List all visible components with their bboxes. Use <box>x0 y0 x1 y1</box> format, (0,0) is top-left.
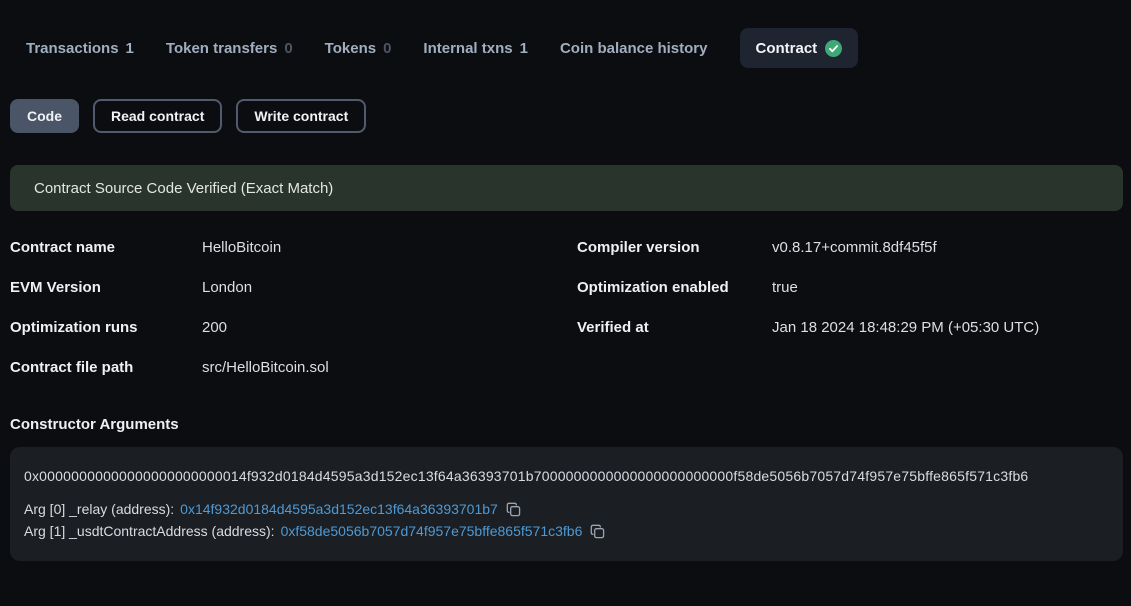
tab-bar: Transactions 1 Token transfers 0 Tokens … <box>26 28 1131 68</box>
arg-row-1: Arg [1] _usdtContractAddress (address): … <box>24 520 1109 542</box>
detail-value: HelloBitcoin <box>202 238 281 258</box>
detail-row-optimization-runs: Optimization runs 200 <box>10 318 577 338</box>
detail-value: London <box>202 278 252 298</box>
verified-banner: Contract Source Code Verified (Exact Mat… <box>10 165 1123 211</box>
detail-value: v0.8.17+commit.8df45f5f <box>772 238 937 258</box>
arg-label: Arg [0] _relay (address): <box>24 498 174 520</box>
tab-count: 0 <box>284 40 292 57</box>
tab-internal-txns[interactable]: Internal txns 1 <box>423 40 528 57</box>
contract-subtabs: Code Read contract Write contract <box>10 99 1131 133</box>
details-right-column: Compiler version v0.8.17+commit.8df45f5f… <box>577 238 1039 398</box>
detail-label: EVM Version <box>10 278 202 298</box>
raw-constructor-hex: 0x00000000000000000000000014f932d0184d45… <box>24 466 1109 486</box>
arg-label: Arg [1] _usdtContractAddress (address): <box>24 520 275 542</box>
tab-tokens[interactable]: Tokens 0 <box>325 40 392 57</box>
contract-details: Contract name HelloBitcoin EVM Version L… <box>10 238 1131 398</box>
constructor-args-box: 0x00000000000000000000000014f932d0184d45… <box>10 447 1123 561</box>
detail-label: Compiler version <box>577 238 772 258</box>
tab-label: Coin balance history <box>560 40 708 57</box>
tab-label: Transactions <box>26 40 119 57</box>
tab-count: 1 <box>126 40 134 57</box>
detail-label: Contract file path <box>10 358 202 378</box>
detail-value: src/HelloBitcoin.sol <box>202 358 329 378</box>
detail-row-contract-file-path: Contract file path src/HelloBitcoin.sol <box>10 358 577 378</box>
detail-row-verified-at: Verified at Jan 18 2024 18:48:29 PM (+05… <box>577 318 1039 338</box>
detail-row-optimization-enabled: Optimization enabled true <box>577 278 1039 298</box>
constructor-arguments-heading: Constructor Arguments <box>10 415 1131 435</box>
code-button[interactable]: Code <box>10 99 79 133</box>
details-left-column: Contract name HelloBitcoin EVM Version L… <box>10 238 577 398</box>
verified-check-icon <box>825 40 842 57</box>
tab-token-transfers[interactable]: Token transfers 0 <box>166 40 293 57</box>
detail-label: Optimization enabled <box>577 278 772 298</box>
detail-value: 200 <box>202 318 227 338</box>
arg-row-0: Arg [0] _relay (address): 0x14f932d0184d… <box>24 498 1109 520</box>
detail-row-compiler-version: Compiler version v0.8.17+commit.8df45f5f <box>577 238 1039 258</box>
detail-value: true <box>772 278 798 298</box>
tab-label: Tokens <box>325 40 376 57</box>
tab-count: 0 <box>383 40 391 57</box>
copy-icon[interactable] <box>506 502 521 517</box>
copy-icon[interactable] <box>590 524 605 539</box>
tab-label: Contract <box>756 40 818 57</box>
detail-value: Jan 18 2024 18:48:29 PM (+05:30 UTC) <box>772 318 1039 338</box>
detail-label: Verified at <box>577 318 772 338</box>
read-contract-button[interactable]: Read contract <box>93 99 222 133</box>
tab-transactions[interactable]: Transactions 1 <box>26 40 134 57</box>
write-contract-button[interactable]: Write contract <box>236 99 366 133</box>
arg0-address-link[interactable]: 0x14f932d0184d4595a3d152ec13f64a36393701… <box>180 498 498 520</box>
detail-row-contract-name: Contract name HelloBitcoin <box>10 238 577 258</box>
tab-count: 1 <box>520 40 528 57</box>
tab-label: Internal txns <box>423 40 512 57</box>
detail-row-evm-version: EVM Version London <box>10 278 577 298</box>
detail-label: Contract name <box>10 238 202 258</box>
tab-contract[interactable]: Contract <box>740 28 859 68</box>
decoded-args: Arg [0] _relay (address): 0x14f932d0184d… <box>24 498 1109 542</box>
verified-banner-text: Contract Source Code Verified (Exact Mat… <box>34 180 333 197</box>
detail-label: Optimization runs <box>10 318 202 338</box>
arg1-address-link[interactable]: 0xf58de5056b7057d74f957e75bffe865f571c3f… <box>281 520 583 542</box>
tab-coin-balance-history[interactable]: Coin balance history <box>560 40 708 57</box>
tab-label: Token transfers <box>166 40 277 57</box>
